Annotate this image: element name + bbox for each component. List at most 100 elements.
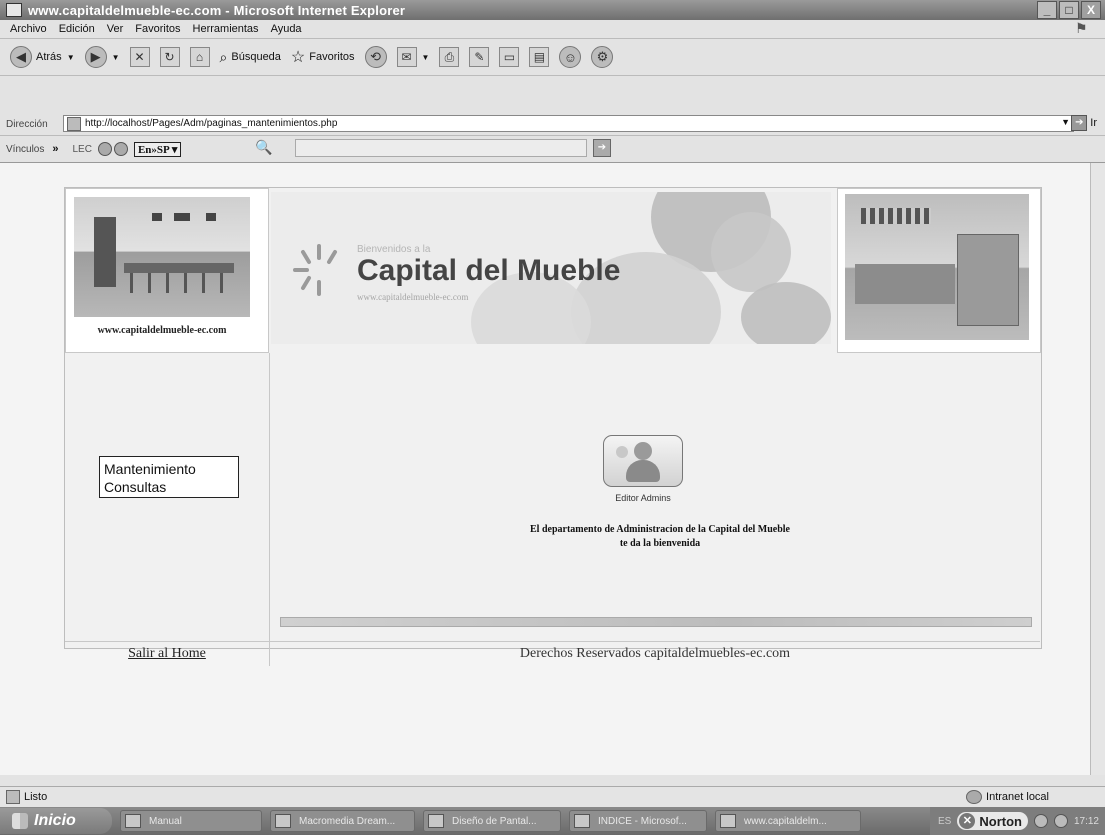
history-button[interactable]: ⟲ — [364, 46, 387, 68]
dreamweaver-icon — [275, 814, 291, 828]
home-button[interactable]: ⌂ — [189, 47, 210, 67]
printer-icon: ⎙ — [439, 47, 460, 67]
task-word-diseno[interactable]: Diseño de Pantal... — [423, 810, 561, 832]
dropdown-arrow-icon: ▼ — [111, 52, 120, 62]
search-label: Búsqueda — [231, 51, 281, 63]
welcome-line-2: te da la bienvenida — [619, 538, 701, 549]
go-button[interactable]: ➔ Ir — [1071, 115, 1097, 131]
norton-label: Norton — [979, 813, 1022, 829]
title-bar: www.capitaldelmueble-ec.com - Microsoft … — [0, 0, 1105, 20]
admin-menu: Mantenimiento Consultas — [99, 456, 239, 498]
welcome-message: El departamento de Administracion de la … — [460, 523, 860, 551]
folder-icon — [125, 814, 141, 828]
refresh-button[interactable]: ↻ — [159, 47, 180, 67]
brand-banner: Bienvenidos a la Capital del Mueble www.… — [271, 192, 831, 344]
favorites-button[interactable]: ☆ Favoritos — [291, 47, 355, 67]
links-chevron[interactable]: » — [52, 143, 58, 155]
task-word-indice[interactable]: INDICE - Microsof... — [569, 810, 707, 832]
ie-icon — [720, 814, 736, 828]
marquee-bar — [280, 617, 1032, 627]
copyright-text: Derechos Reservados capitaldelmuebles-ec… — [270, 641, 1040, 666]
task-ie-window[interactable]: www.capitaldelm... — [715, 810, 861, 832]
logo-swirl-icon — [293, 244, 337, 296]
tray-icon[interactable] — [1033, 814, 1048, 828]
links-label: Vínculos — [6, 143, 45, 155]
address-url: http://localhost/Pages/Adm/paginas_mante… — [85, 118, 338, 129]
window-title: www.capitaldelmueble-ec.com - Microsoft … — [28, 2, 406, 18]
menu-item-consultas[interactable]: Consultas — [104, 478, 238, 496]
start-label: Inicio — [34, 812, 76, 829]
research-button[interactable]: ▤ — [529, 47, 550, 67]
maximize-button[interactable]: □ — [1059, 1, 1079, 19]
edit-button[interactable]: ✎ — [469, 47, 490, 67]
back-arrow-icon: ◀ — [10, 46, 32, 68]
lec-label[interactable]: LEC — [72, 144, 91, 155]
start-button[interactable]: Inicio — [0, 808, 112, 834]
exit-link-cell: Salir al Home — [65, 641, 270, 666]
menu-edicion[interactable]: Edición — [59, 23, 95, 35]
discuss-button[interactable]: ▭ — [499, 47, 520, 67]
go-label: Ir — [1090, 117, 1097, 129]
main-content-cell: Editor Admins El departamento de Adminis… — [270, 353, 1040, 641]
toolbar-search-go-button[interactable]: ➔ — [593, 139, 611, 157]
book-icon: ▤ — [529, 47, 550, 67]
menu-ver[interactable]: Ver — [107, 23, 124, 35]
word-icon — [574, 814, 590, 828]
left-nav-cell: Mantenimiento Consultas — [65, 353, 270, 641]
lec-toggle-icon[interactable] — [97, 142, 128, 156]
stop-button[interactable]: ✕ — [129, 47, 150, 67]
menu-herramientas[interactable]: Herramientas — [193, 23, 259, 35]
dropdown-arrow-icon: ▼ — [421, 52, 430, 62]
menu-archivo[interactable]: Archivo — [10, 23, 47, 35]
address-input[interactable]: http://localhost/Pages/Adm/paginas_mante… — [63, 115, 1074, 132]
vertical-scrollbar[interactable] — [1090, 163, 1105, 775]
messenger-button[interactable]: ☺ — [559, 46, 582, 68]
bedroom-photo — [845, 194, 1029, 340]
go-arrow-icon: ➔ — [1071, 115, 1088, 131]
exit-home-link[interactable]: Salir al Home — [128, 646, 206, 661]
minimize-button[interactable]: _ — [1037, 1, 1057, 19]
language-indicator[interactable]: ES — [938, 816, 951, 827]
translate-dropdown[interactable]: En»SP ▾ — [133, 141, 182, 157]
page-layout-table: www.capitaldelmueble-ec.com Bienvenidos … — [64, 187, 1042, 666]
messenger-icon: ☺ — [559, 46, 582, 68]
toolbar-search-input[interactable] — [295, 139, 587, 157]
menu-favoritos[interactable]: Favoritos — [135, 23, 180, 35]
discuss-icon: ▭ — [499, 47, 520, 67]
favorites-label: Favoritos — [309, 51, 355, 63]
task-dreamweaver[interactable]: Macromedia Dream... — [270, 810, 415, 832]
mail-button[interactable]: ✉ ▼ — [396, 47, 430, 67]
user-admin-icon[interactable] — [603, 435, 683, 487]
chevron-down-icon[interactable]: ▼ — [1061, 117, 1070, 127]
page-done-icon — [6, 790, 20, 804]
print-button[interactable]: ⎙ — [439, 47, 460, 67]
task-manual[interactable]: Manual — [120, 810, 262, 832]
banner-url: www.capitaldelmueble-ec.com — [357, 292, 469, 302]
tray-icon[interactable] — [1053, 814, 1068, 828]
home-icon: ⌂ — [189, 47, 210, 67]
back-button[interactable]: ◀ Atrás ▼ — [10, 46, 75, 68]
address-bar: Dirección http://localhost/Pages/Adm/pag… — [0, 113, 1105, 136]
task-label: www.capitaldelm... — [744, 815, 827, 827]
back-label: Atrás — [36, 51, 62, 63]
dropdown-arrow-icon: ▼ — [66, 52, 75, 62]
windows-flag-icon — [12, 813, 28, 829]
tools-button[interactable]: ⚙ — [591, 46, 614, 68]
toolbar-search: 🔍 ➔ — [255, 139, 611, 157]
task-label: INDICE - Microsof... — [598, 815, 687, 827]
menu-ayuda[interactable]: Ayuda — [271, 23, 302, 35]
system-tray: ES ✕ Norton 17:12 — [930, 807, 1105, 835]
editor-admins-label: Editor Admins — [615, 493, 671, 503]
brand-title: Capital del Mueble — [357, 254, 621, 287]
close-button[interactable]: X — [1081, 1, 1101, 19]
word-icon — [428, 814, 444, 828]
task-label: Diseño de Pantal... — [452, 815, 537, 827]
forward-button[interactable]: ▶ ▼ — [84, 46, 120, 68]
gear-icon: ⚙ — [591, 46, 614, 68]
window-controls: _ □ X — [1037, 1, 1101, 19]
norton-badge[interactable]: ✕ Norton — [957, 812, 1028, 830]
header-left-cell: www.capitaldelmueble-ec.com — [65, 188, 269, 353]
status-text: Listo — [24, 791, 48, 803]
menu-item-mantenimiento[interactable]: Mantenimiento — [104, 460, 238, 478]
search-button[interactable]: ⌕ Búsqueda — [220, 49, 281, 66]
